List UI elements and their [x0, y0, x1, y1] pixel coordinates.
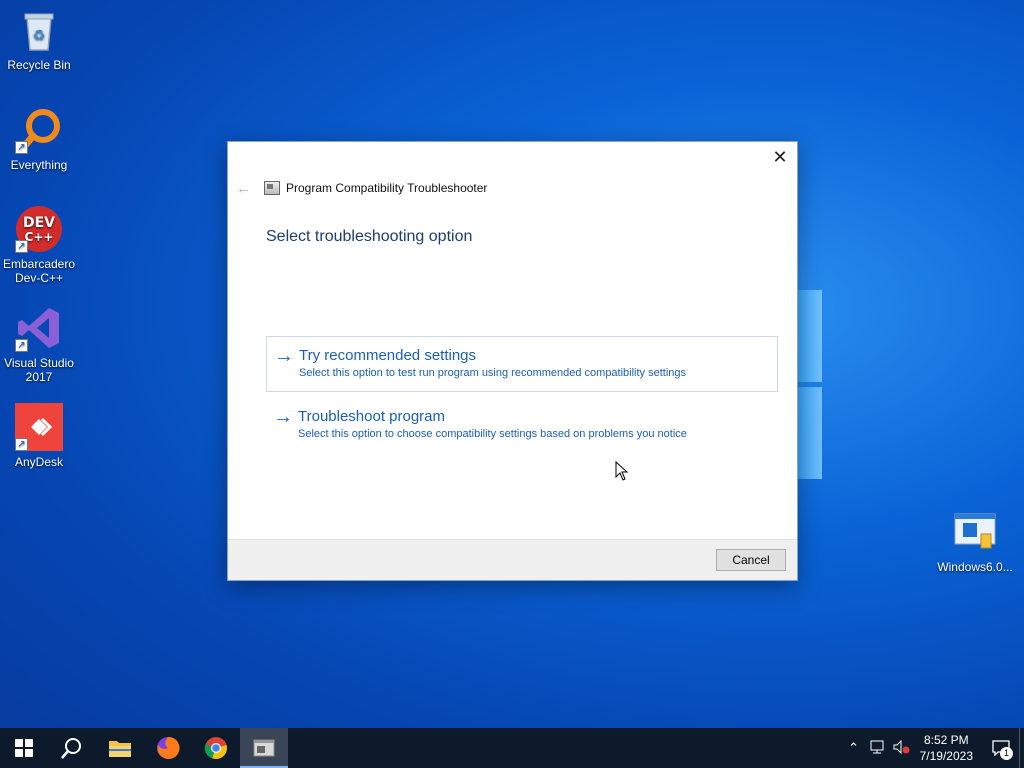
anydesk-icon: ↗ — [15, 403, 63, 451]
desktop-icon-label: AnyDesk — [14, 455, 64, 469]
desktop-icon-devcpp[interactable]: DEV C++ ↗ Embarcadero Dev-C++ — [1, 205, 77, 285]
desktop-icon-visual-studio[interactable]: ↗ Visual Studio 2017 — [1, 304, 77, 384]
back-arrow-icon[interactable]: ← — [236, 180, 258, 197]
arrow-right-icon: → — [273, 406, 293, 428]
option-title: Try recommended settings — [299, 347, 477, 364]
clock-date: 7/19/2023 — [919, 749, 973, 763]
dialog-titlebar: ← Program Compatibility Troubleshooter — [236, 178, 487, 198]
desktop-icon-label: Recycle Bin — [7, 58, 71, 72]
volume-muted-icon[interactable] — [890, 739, 914, 757]
shortcut-arrow-icon: ↗ — [15, 141, 28, 154]
troubleshooter-app-icon — [264, 181, 280, 195]
desktop-icon-windows-installer[interactable]: Windows6.0... — [936, 508, 1014, 574]
option-description: Select this option to choose compatibili… — [298, 428, 687, 440]
show-desktop-button[interactable] — [1019, 728, 1024, 768]
search-icon — [61, 738, 81, 759]
desktop-icon-everything[interactable]: ↗ Everything — [1, 106, 77, 172]
arrow-right-icon: → — [274, 345, 294, 367]
desktop-icon-label: Embarcadero Dev-C++ — [2, 257, 76, 285]
dialog-footer: Cancel — [228, 539, 797, 580]
option-try-recommended[interactable]: → Try recommended settings Select this o… — [266, 336, 778, 392]
option-description: Select this option to test run program u… — [299, 367, 687, 379]
everything-magnifier-icon: ↗ — [15, 106, 63, 154]
taskbar-firefox[interactable] — [144, 728, 192, 768]
option-troubleshoot-program[interactable]: → Troubleshoot program Select this optio… — [266, 398, 778, 454]
dialog-title: Program Compatibility Troubleshooter — [286, 181, 488, 195]
devcpp-logo-icon: DEV C++ ↗ — [15, 205, 63, 253]
shortcut-arrow-icon: ↗ — [15, 438, 28, 451]
desktop-icon-label: Everything — [10, 158, 68, 172]
page-heading: Select troubleshooting option — [266, 228, 473, 245]
notification-count-badge: 1 — [1000, 747, 1013, 760]
svg-text:C++: C++ — [25, 230, 54, 244]
taskbar-chrome[interactable] — [192, 728, 240, 768]
chevron-up-icon[interactable]: ⌃ — [842, 740, 866, 756]
desktop-icon-recycle-bin[interactable]: ♻ Recycle Bin — [1, 6, 77, 72]
clock[interactable]: 8:52 PM 7/19/2023 — [914, 732, 983, 764]
shortcut-arrow-icon: ↗ — [15, 240, 28, 253]
clock-time: 8:52 PM — [923, 733, 969, 747]
option-title: Troubleshoot program — [298, 408, 446, 425]
action-center-button[interactable]: 1 — [983, 728, 1019, 768]
network-icon[interactable] — [866, 740, 890, 757]
recycle-bin-icon: ♻ — [15, 6, 63, 54]
troubleshooter-window-icon — [253, 739, 275, 757]
chrome-icon — [204, 737, 227, 760]
desktop-icon-label: Visual Studio 2017 — [4, 356, 74, 384]
installer-package-icon — [951, 508, 999, 556]
taskbar-file-explorer[interactable] — [96, 728, 144, 768]
desktop-icon-label: Windows6.0... — [937, 560, 1013, 574]
mouse-pointer-icon — [615, 460, 629, 486]
svg-text:DEV: DEV — [23, 215, 55, 231]
system-tray: ⌃ 8:52 PM 7/19/2023 1 — [842, 728, 1024, 768]
search-button[interactable] — [48, 728, 96, 768]
taskbar: ⌃ 8:52 PM 7/19/2023 1 — [0, 728, 1024, 768]
cancel-button[interactable]: Cancel — [716, 549, 786, 571]
shortcut-arrow-icon: ↗ — [15, 339, 28, 352]
windows-start-icon — [15, 739, 33, 757]
visual-studio-icon: ↗ — [15, 304, 63, 352]
taskbar-troubleshooter[interactable] — [240, 728, 288, 768]
troubleshooter-dialog: ✕ ← Program Compatibility Troubleshooter… — [227, 141, 798, 581]
desktop-icon-anydesk[interactable]: ↗ AnyDesk — [1, 403, 77, 469]
svg-text:♻: ♻ — [33, 28, 46, 44]
start-button[interactable] — [0, 728, 48, 768]
firefox-icon — [157, 736, 180, 759]
close-button[interactable]: ✕ — [769, 147, 791, 169]
folder-icon — [109, 741, 131, 757]
